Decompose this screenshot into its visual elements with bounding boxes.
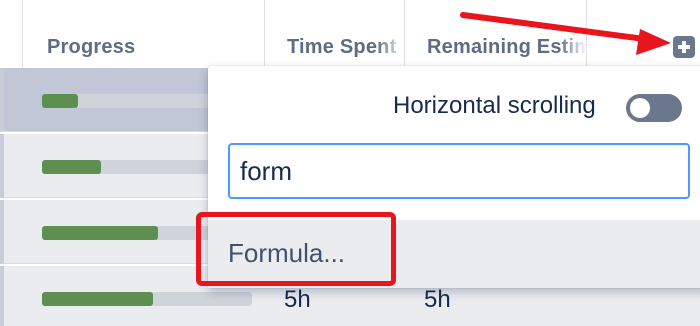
progress-fill — [42, 226, 158, 240]
column-header-progress[interactable]: Progress — [22, 0, 264, 68]
progress-fill — [42, 292, 154, 306]
table-header: Progress Time Spent Remaining Estimate — [0, 0, 700, 68]
header-fade — [559, 28, 586, 64]
column-search-input[interactable] — [228, 143, 690, 199]
progress-fill — [42, 160, 101, 174]
plus-square-icon[interactable] — [673, 36, 695, 58]
progress-bar — [42, 292, 252, 306]
remaining-estimate-value: 5h — [424, 286, 451, 313]
time-spent-value: 5h — [284, 286, 311, 313]
annotation-highlight-box — [196, 212, 396, 286]
progress-fill — [42, 94, 78, 108]
header-fade — [377, 28, 404, 64]
column-header-time-spent[interactable]: Time Spent — [264, 0, 404, 68]
horizontal-scrolling-label: Horizontal scrolling — [393, 92, 596, 119]
toggle-knob — [630, 98, 650, 118]
horizontal-scrolling-toggle[interactable] — [626, 94, 682, 122]
column-header-remaining-estimate[interactable]: Remaining Estimate — [404, 0, 586, 68]
